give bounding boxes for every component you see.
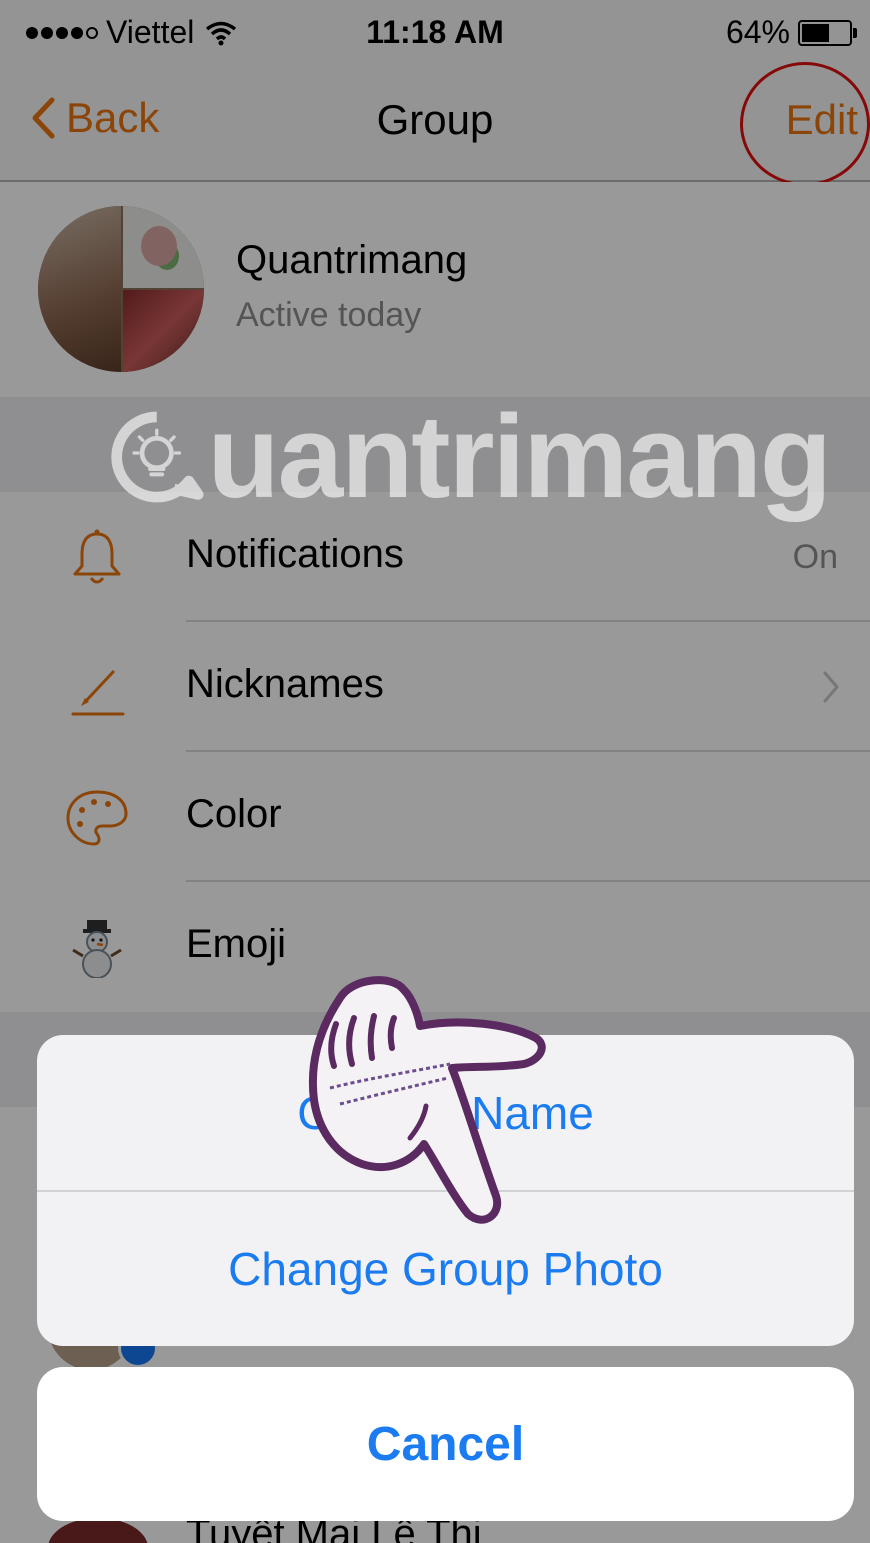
watermark: uantrimang — [110, 382, 832, 532]
pointing-hand-icon — [308, 976, 546, 1224]
lightbulb-icon — [111, 411, 204, 503]
cancel-button[interactable]: Cancel — [37, 1367, 854, 1521]
watermark-text: uantrimang — [207, 391, 832, 523]
screen: Viettel 11:18 AM 64% Back Group Edit Qua… — [0, 0, 870, 1543]
